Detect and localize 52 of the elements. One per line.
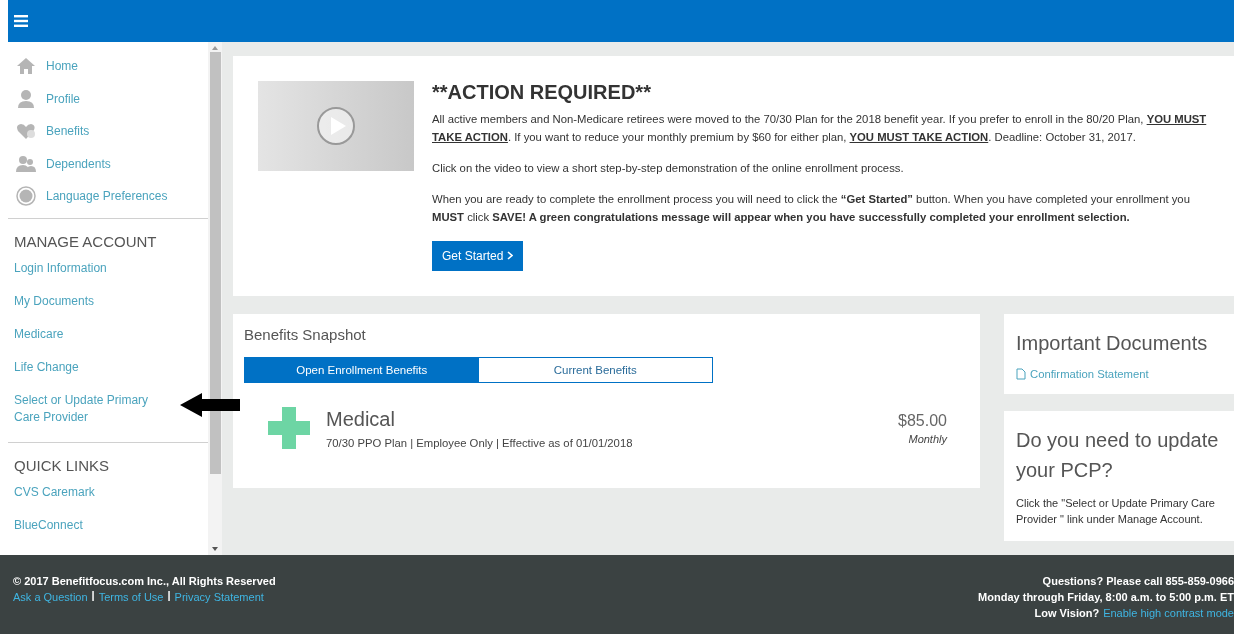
- low-vision-label: Low Vision?: [1034, 606, 1100, 621]
- chevron-icon: [506, 251, 513, 260]
- benefits-tab[interactable]: Open Enrollment Benefits: [245, 358, 479, 382]
- scroll-down-icon[interactable]: [212, 547, 218, 551]
- action-paragraph: Click on the video to view a short step-by-step demonstration of the online enrollment process.: [432, 161, 905, 176]
- globe-icon: [16, 186, 36, 207]
- sidebar-nav-item[interactable]: Language Preferences: [8, 180, 208, 213]
- footer-link[interactable]: Ask a Question: [13, 589, 88, 605]
- questions-text: Questions? Please call 855-859-0966: [1042, 574, 1234, 589]
- pcp-title: Do you need to update your PCP?: [1016, 428, 1220, 483]
- footer-link[interactable]: Terms of Use: [98, 589, 164, 605]
- action-paragraph: All active members and Non-Medicare retirees were moved to the 70/30 Plan for the 2018 benefit year. If you prefer to enroll in the 80/20 Plan, YOU MUST TAKE ACTION. If you want to reduce your monthly premium by $60 for either plan, YOU MUST TAKE ACTION. Deadline: October 31, 2017.: [432, 112, 1208, 145]
- menu-icon[interactable]: [14, 15, 28, 27]
- sidebar-link[interactable]: Medicare: [8, 325, 70, 343]
- pcp-text: Click the "Select or Update Primary Care Provider " link under Manage Account.: [1016, 496, 1216, 527]
- get-started-button[interactable]: Get Started: [432, 241, 523, 271]
- action-title: **ACTION REQUIRED**: [432, 81, 652, 104]
- sidebar-link[interactable]: My Documents: [8, 292, 101, 310]
- sidebar-link[interactable]: BlueConnect: [8, 516, 89, 534]
- document-icon: [1016, 368, 1026, 380]
- price-period: Monthly: [907, 432, 947, 445]
- footer-link[interactable]: Privacy Statement: [174, 589, 264, 605]
- snapshot-title: Benefits Snapshot: [244, 326, 367, 343]
- benefit-name: Medical: [326, 407, 396, 431]
- sidebar-nav-item[interactable]: Benefits: [8, 115, 208, 148]
- people-icon: [16, 153, 36, 174]
- sidebar-link[interactable]: Life Change: [8, 358, 85, 376]
- sidebar-nav-item[interactable]: Home: [8, 50, 208, 83]
- documents-title: Important Documents: [1016, 331, 1209, 356]
- action-paragraph: When you are ready to complete the enrollment process you will need to click the “Get Started” button. When you have completed your enrollment you MUST click SAVE! A green congratulations message will appear when you have successfully completed your enrollment selection.: [432, 192, 1191, 225]
- arrow-annotation: [180, 393, 240, 417]
- home-icon: [16, 56, 36, 77]
- link-separator: |: [91, 589, 95, 603]
- sidebar-nav-item[interactable]: Profile: [8, 82, 208, 115]
- sidebar-link[interactable]: Login Information: [8, 259, 113, 277]
- link-separator: |: [167, 589, 171, 603]
- person-icon: [16, 88, 36, 109]
- benefit-details: 70/30 PPO Plan | Employee Only | Effective as of 01/01/2018: [326, 436, 633, 449]
- sidebar-link[interactable]: Select or Update Primary Care Provider: [8, 391, 178, 426]
- play-icon[interactable]: [316, 106, 356, 146]
- sidebar-link[interactable]: CVS Caremark: [8, 483, 101, 501]
- sidebar-section-title: MANAGE ACCOUNT: [13, 231, 158, 252]
- high-contrast-link[interactable]: Enable high contrast mode: [1103, 605, 1234, 621]
- medical-cross-icon: [268, 407, 310, 449]
- benefit-price: $85.00: [898, 411, 947, 430]
- scrollbar[interactable]: [208, 42, 222, 555]
- sidebar-nav-item[interactable]: Dependents: [8, 147, 208, 180]
- scroll-up-icon[interactable]: [212, 46, 218, 50]
- copyright-text: © 2017 Benefitfocus.com Inc., All Rights Reserved: [13, 574, 276, 589]
- hours-text: Monday through Friday, 8:00 a.m. to 5:00 p.m. ET: [978, 590, 1234, 605]
- sidebar-section-title: QUICK LINKS: [13, 455, 111, 476]
- document-link[interactable]: Confirmation Statement: [1016, 368, 1222, 380]
